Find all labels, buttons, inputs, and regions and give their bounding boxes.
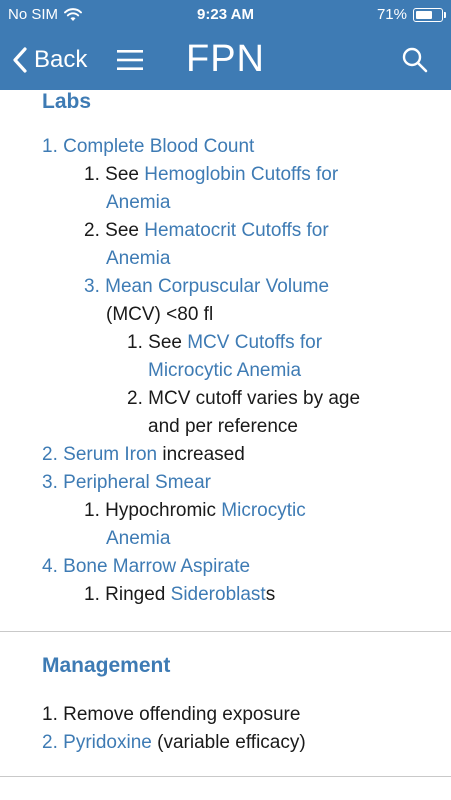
- battery-icon: [413, 7, 446, 22]
- status-right: 71%: [376, 6, 446, 23]
- item-number: 1.: [84, 164, 100, 185]
- list-item-continuation: Anemia: [106, 245, 170, 273]
- battery-fill: [416, 10, 433, 19]
- list-item-continuation: Microcytic Anemia: [148, 357, 301, 385]
- item-number: 1.: [84, 500, 100, 521]
- list-item: 1. Remove offending exposure: [42, 701, 300, 729]
- list-item: 1. See MCV Cutoffs for: [127, 329, 322, 357]
- list-item: 1. Ringed Sideroblasts: [84, 581, 275, 609]
- section-divider: [0, 776, 451, 777]
- complete-blood-count-link[interactable]: 1. Complete Blood Count: [42, 136, 254, 157]
- status-bar: No SIM 9:23 AM 71%: [0, 0, 451, 30]
- microcytic-anemia-link[interactable]: Microcytic: [221, 500, 305, 521]
- list-item: 2. Pyridoxine (variable efficacy): [42, 729, 306, 757]
- item-number: 2.: [127, 388, 143, 409]
- item-text: s: [265, 584, 276, 605]
- pyridoxine-link[interactable]: 2. Pyridoxine: [42, 732, 152, 753]
- battery-percent: 71%: [376, 6, 407, 23]
- item-text: See: [105, 164, 145, 185]
- list-item: 1. Complete Blood Count: [42, 133, 254, 161]
- item-text: increased: [157, 444, 245, 465]
- labs-heading: Labs: [42, 90, 92, 113]
- serum-iron-link[interactable]: 2. Serum Iron: [42, 444, 157, 465]
- bone-marrow-aspirate-link[interactable]: 4. Bone Marrow Aspirate: [42, 556, 250, 577]
- item-text: See: [105, 220, 145, 241]
- item-number: 1.: [42, 704, 58, 725]
- list-item: 3. Peripheral Smear: [42, 469, 211, 497]
- list-item: 2. MCV cutoff varies by age: [127, 385, 360, 413]
- management-heading: Management: [42, 654, 171, 677]
- page-title: FPN: [186, 38, 265, 80]
- hemoglobin-cutoffs-link[interactable]: Hemoglobin Cutoffs for: [144, 164, 338, 185]
- mcv-cutoffs-link[interactable]: MCV Cutoffs for: [187, 332, 322, 353]
- nav-bar: Back FPN: [0, 30, 451, 90]
- item-number: 1.: [84, 584, 100, 605]
- search-icon[interactable]: [401, 46, 429, 74]
- item-text: MCV cutoff varies by age: [148, 388, 361, 409]
- list-item-continuation: (MCV) <80 fl: [106, 304, 214, 325]
- hematocrit-cutoffs-link[interactable]: Hematocrit Cutoffs for: [144, 220, 328, 241]
- item-number: 1.: [127, 332, 143, 353]
- list-item-continuation: Anemia: [106, 189, 170, 217]
- list-item: 3. Mean Corpuscular Volume: [84, 273, 329, 301]
- microcytic-anemia-link-cont[interactable]: Anemia: [106, 528, 170, 549]
- item-text: (variable efficacy): [151, 732, 306, 753]
- item-text: Remove offending exposure: [63, 704, 301, 725]
- mean-corpuscular-volume-link[interactable]: 3. Mean Corpuscular Volume: [84, 276, 329, 297]
- section-divider: [0, 631, 451, 632]
- peripheral-smear-link[interactable]: 3. Peripheral Smear: [42, 472, 211, 493]
- item-text: See: [148, 332, 188, 353]
- list-item-continuation: and per reference: [148, 416, 298, 437]
- list-item: 4. Bone Marrow Aspirate: [42, 553, 250, 581]
- list-item: 1. Hypochromic Microcytic: [84, 497, 306, 525]
- item-text: Ringed: [105, 584, 171, 605]
- mcv-cutoffs-link-cont[interactable]: Microcytic Anemia: [148, 360, 301, 381]
- item-number: 2.: [84, 220, 100, 241]
- item-text: Hypochromic: [105, 500, 222, 521]
- list-item: 2. Serum Iron increased: [42, 441, 245, 469]
- hematocrit-cutoffs-link-cont[interactable]: Anemia: [106, 248, 170, 269]
- sideroblast-link[interactable]: Sideroblast: [171, 584, 266, 605]
- list-item-continuation: Anemia: [106, 525, 170, 553]
- hemoglobin-cutoffs-link-cont[interactable]: Anemia: [106, 192, 170, 213]
- list-item: 1. See Hemoglobin Cutoffs for: [84, 161, 338, 189]
- list-item: 2. See Hematocrit Cutoffs for: [84, 217, 329, 245]
